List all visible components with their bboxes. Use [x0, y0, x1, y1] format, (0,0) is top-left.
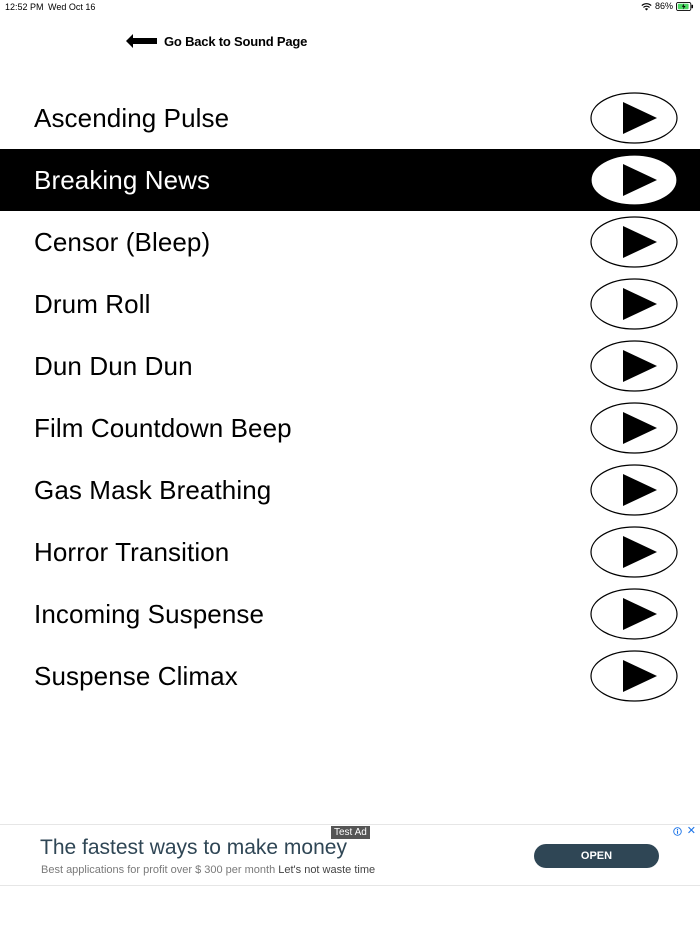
play-icon — [590, 216, 678, 268]
play-button[interactable] — [590, 402, 678, 454]
play-icon — [590, 340, 678, 392]
sound-name: Gas Mask Breathing — [34, 474, 272, 505]
sound-row[interactable]: Dun Dun Dun — [0, 335, 700, 397]
ad-subtext: Best applications for profit over $ 300 … — [41, 864, 375, 876]
ad-subtext-strong: Let's not waste time — [278, 864, 376, 876]
sound-name: Incoming Suspense — [34, 598, 265, 629]
sound-name: Censor (Bleep) — [34, 226, 211, 257]
play-button[interactable] — [590, 278, 678, 330]
back-to-sound-page-link[interactable]: Go Back to Sound Page — [126, 32, 307, 50]
sound-row[interactable]: Censor (Bleep) — [0, 211, 700, 273]
sound-name: Ascending Pulse — [34, 102, 230, 133]
sound-name: Dun Dun Dun — [34, 350, 193, 381]
ad-open-button[interactable]: OPEN — [534, 844, 659, 868]
play-button[interactable] — [590, 526, 678, 578]
sound-row[interactable]: Breaking News — [0, 149, 700, 211]
sound-list-page: 12:52 PM Wed Oct 16 86% Go Back to Sound… — [0, 0, 700, 934]
sound-row[interactable]: Film Countdown Beep — [0, 397, 700, 459]
sound-row[interactable]: Suspense Climax — [0, 645, 700, 707]
status-time: 12:52 PM — [5, 2, 44, 12]
play-button[interactable] — [590, 650, 678, 702]
sound-name: Breaking News — [34, 164, 211, 195]
play-button[interactable] — [590, 340, 678, 392]
play-icon — [590, 402, 678, 454]
ad-close-icon[interactable]: ✕ — [687, 825, 696, 837]
back-link-label: Go Back to Sound Page — [164, 33, 308, 49]
battery-charging-icon — [676, 1, 694, 11]
play-icon — [590, 92, 678, 144]
play-button[interactable] — [590, 588, 678, 640]
sound-list: Ascending Pulse Breaking News Censor (Blee… — [0, 87, 700, 707]
back-arrow-icon — [126, 34, 157, 48]
sound-row[interactable]: Horror Transition — [0, 521, 700, 583]
play-icon — [590, 588, 678, 640]
play-icon — [590, 278, 678, 330]
sound-name: Film Countdown Beep — [34, 412, 292, 443]
ad-choices-icon[interactable] — [673, 827, 682, 836]
status-indicators: 86% — [641, 1, 694, 11]
sound-row[interactable]: Incoming Suspense — [0, 583, 700, 645]
ad-subtext-main: Best applications for profit over $ 300 … — [41, 864, 276, 876]
sound-name: Drum Roll — [34, 288, 151, 319]
sound-row[interactable]: Ascending Pulse — [0, 87, 700, 149]
play-icon — [590, 154, 678, 206]
play-button[interactable] — [590, 464, 678, 516]
battery-percent: 86% — [654, 1, 673, 11]
sound-name: Horror Transition — [34, 536, 230, 567]
play-button[interactable] — [590, 216, 678, 268]
play-icon — [590, 650, 678, 702]
play-button[interactable] — [590, 154, 678, 206]
play-icon — [590, 464, 678, 516]
status-bar: 12:52 PM Wed Oct 16 86% — [0, 0, 700, 16]
ad-banner[interactable]: Test Ad ✕ The fastest ways to make money… — [0, 824, 700, 886]
sound-name: Suspense Climax — [34, 660, 238, 691]
ad-headline[interactable]: The fastest ways to make money — [40, 836, 347, 860]
sound-row[interactable]: Gas Mask Breathing — [0, 459, 700, 521]
status-date: Wed Oct 16 — [48, 2, 96, 12]
sound-row[interactable]: Drum Roll — [0, 273, 700, 335]
play-button[interactable] — [590, 92, 678, 144]
play-icon — [590, 526, 678, 578]
wifi-icon — [641, 2, 652, 11]
